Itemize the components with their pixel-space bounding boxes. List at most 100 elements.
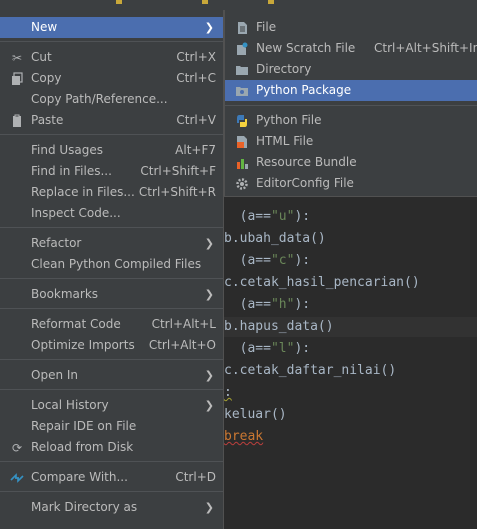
- chevron-right-icon: ❯: [204, 501, 214, 514]
- menu-separator: [225, 105, 477, 106]
- menu-item-shortcut: Ctrl+Shift+F: [140, 164, 216, 178]
- code-line: (a=="u"):: [239, 209, 311, 224]
- folder-icon: [235, 63, 249, 77]
- gear-icon: [235, 177, 249, 191]
- menu-separator: [0, 227, 223, 228]
- menu-item-label: Inspect Code...: [31, 206, 121, 220]
- submenu-item-html-file[interactable]: HTML File: [225, 131, 477, 152]
- menu-item-find-usages[interactable]: Find Usages Alt+F7: [0, 140, 223, 161]
- menu-item-open-in[interactable]: Open In ❯: [0, 365, 223, 386]
- menu-item-paste[interactable]: Paste Ctrl+V: [0, 110, 223, 131]
- menu-item-label: Clean Python Compiled Files: [31, 257, 202, 271]
- submenu-item-new-scratch[interactable]: New Scratch File Ctrl+Alt+Shift+Inse: [225, 38, 477, 59]
- code-line: (a=="l"):: [239, 341, 311, 356]
- code-line: (a=="h"):: [239, 297, 311, 312]
- menu-item-label: Copy: [31, 71, 62, 85]
- menu-item-reformat-code[interactable]: Reformat Code Ctrl+Alt+L: [0, 314, 223, 335]
- menu-item-clean-compiled[interactable]: Clean Python Compiled Files: [0, 254, 223, 275]
- menu-item-replace-in-files[interactable]: Replace in Files... Ctrl+Shift+R: [0, 182, 223, 203]
- menu-item-label: Replace in Files...: [31, 185, 135, 199]
- menu-item-label: Find Usages: [31, 143, 104, 157]
- submenu-item-python-package[interactable]: Python Package: [225, 80, 477, 101]
- menu-item-inspect-code[interactable]: Inspect Code...: [0, 203, 223, 224]
- submenu-item-directory[interactable]: Directory: [225, 59, 477, 80]
- submenu-item-label: Resource Bundle: [256, 155, 357, 169]
- menu-item-label: Open In: [31, 368, 79, 382]
- menu-item-find-in-files[interactable]: Find in Files... Ctrl+Shift+F: [0, 161, 223, 182]
- menu-separator: [0, 461, 223, 462]
- menu-separator: [0, 491, 223, 492]
- menu-item-label: Refactor: [31, 236, 82, 250]
- menu-item-local-history[interactable]: Local History ❯: [0, 395, 223, 416]
- clipboard-icon: [10, 114, 24, 128]
- new-submenu: File New Scratch File Ctrl+Alt+Shift+Ins…: [224, 10, 477, 197]
- copy-icon: [10, 72, 24, 86]
- compare-icon: [10, 471, 24, 485]
- code-line: b.ubah_data(): [224, 231, 326, 246]
- resource-bundle-icon: [235, 156, 249, 170]
- chevron-right-icon: ❯: [204, 399, 214, 412]
- menu-item-label: New: [31, 20, 58, 34]
- chevron-right-icon: ❯: [204, 237, 214, 250]
- menu-item-bookmarks[interactable]: Bookmarks ❯: [0, 284, 223, 305]
- menu-item-mark-directory[interactable]: Mark Directory as ❯: [0, 497, 223, 518]
- menu-item-copy[interactable]: Copy Ctrl+C: [0, 68, 223, 89]
- code-line: break: [224, 429, 264, 444]
- menu-separator: [0, 134, 223, 135]
- menu-item-cut[interactable]: ✂ Cut Ctrl+X: [0, 47, 223, 68]
- menu-item-compare-with[interactable]: Compare With... Ctrl+D: [0, 467, 223, 488]
- code-line: (a=="c"):: [239, 253, 311, 268]
- submenu-item-shortcut: Ctrl+Alt+Shift+Inse: [374, 41, 477, 55]
- scratch-file-icon: [235, 42, 249, 56]
- submenu-item-label: EditorConfig File: [256, 176, 354, 190]
- code-line: c.cetak_daftar_nilai(): [224, 363, 397, 378]
- submenu-item-label: Python Package: [256, 83, 352, 97]
- menu-item-label: Copy Path/Reference...: [31, 92, 168, 106]
- submenu-item-label: Python File: [256, 113, 322, 127]
- menu-item-label: Repair IDE on File: [31, 419, 137, 433]
- menu-item-label: Bookmarks: [31, 287, 99, 301]
- python-icon: [235, 114, 249, 128]
- menu-item-label: Find in Files...: [31, 164, 112, 178]
- html-file-icon: [235, 135, 249, 149]
- code-line: keluar(): [224, 407, 287, 422]
- submenu-item-label: Directory: [256, 62, 312, 76]
- code-line: c.cetak_hasil_pencarian(): [224, 275, 420, 290]
- code-line-current: b.hapus_data(): [224, 317, 477, 337]
- menu-item-optimize-imports[interactable]: Optimize Imports Ctrl+Alt+O: [0, 335, 223, 356]
- menu-item-refactor[interactable]: Refactor ❯: [0, 233, 223, 254]
- menu-item-copy-path[interactable]: Copy Path/Reference...: [0, 89, 223, 110]
- package-folder-icon: [235, 84, 249, 98]
- menu-item-shortcut: Ctrl+Alt+O: [148, 338, 216, 352]
- submenu-item-python-file[interactable]: Python File: [225, 110, 477, 131]
- chevron-right-icon: ❯: [204, 21, 214, 34]
- menu-item-shortcut: Ctrl+Shift+R: [138, 185, 216, 199]
- menu-item-label: Compare With...: [31, 470, 128, 484]
- menu-item-reload-from-disk[interactable]: ⟳ Reload from Disk: [0, 437, 223, 458]
- menu-item-label: Reload from Disk: [31, 440, 134, 454]
- menu-item-label: Paste: [31, 113, 64, 127]
- menu-item-shortcut: Alt+F7: [175, 143, 216, 157]
- menu-separator: [0, 389, 223, 390]
- menu-item-repair-ide[interactable]: Repair IDE on File: [0, 416, 223, 437]
- scissors-icon: ✂: [11, 51, 23, 65]
- submenu-item-label: File: [256, 20, 277, 34]
- chevron-right-icon: ❯: [204, 369, 214, 382]
- menu-item-shortcut: Ctrl+Alt+L: [151, 317, 216, 331]
- submenu-item-resource-bundle[interactable]: Resource Bundle: [225, 152, 477, 173]
- menu-item-label: Cut: [31, 50, 52, 64]
- submenu-item-editorconfig[interactable]: EditorConfig File: [225, 173, 477, 194]
- submenu-item-label: New Scratch File: [256, 41, 356, 55]
- submenu-item-file[interactable]: File: [225, 17, 477, 38]
- menu-item-shortcut: Ctrl+C: [176, 71, 216, 85]
- menu-item-label: Optimize Imports: [31, 338, 135, 352]
- reload-icon: ⟳: [11, 441, 23, 455]
- menu-item-new[interactable]: New ❯: [0, 17, 223, 38]
- menu-separator: [0, 41, 223, 42]
- menu-item-shortcut: Ctrl+X: [176, 50, 216, 64]
- file-icon: [235, 21, 249, 35]
- menu-separator: [0, 308, 223, 309]
- tab-strip: [0, 0, 477, 10]
- context-menu: New ❯ ✂ Cut Ctrl+X Copy Ctrl+C Copy Path…: [0, 10, 224, 529]
- menu-item-label: Mark Directory as: [31, 500, 138, 514]
